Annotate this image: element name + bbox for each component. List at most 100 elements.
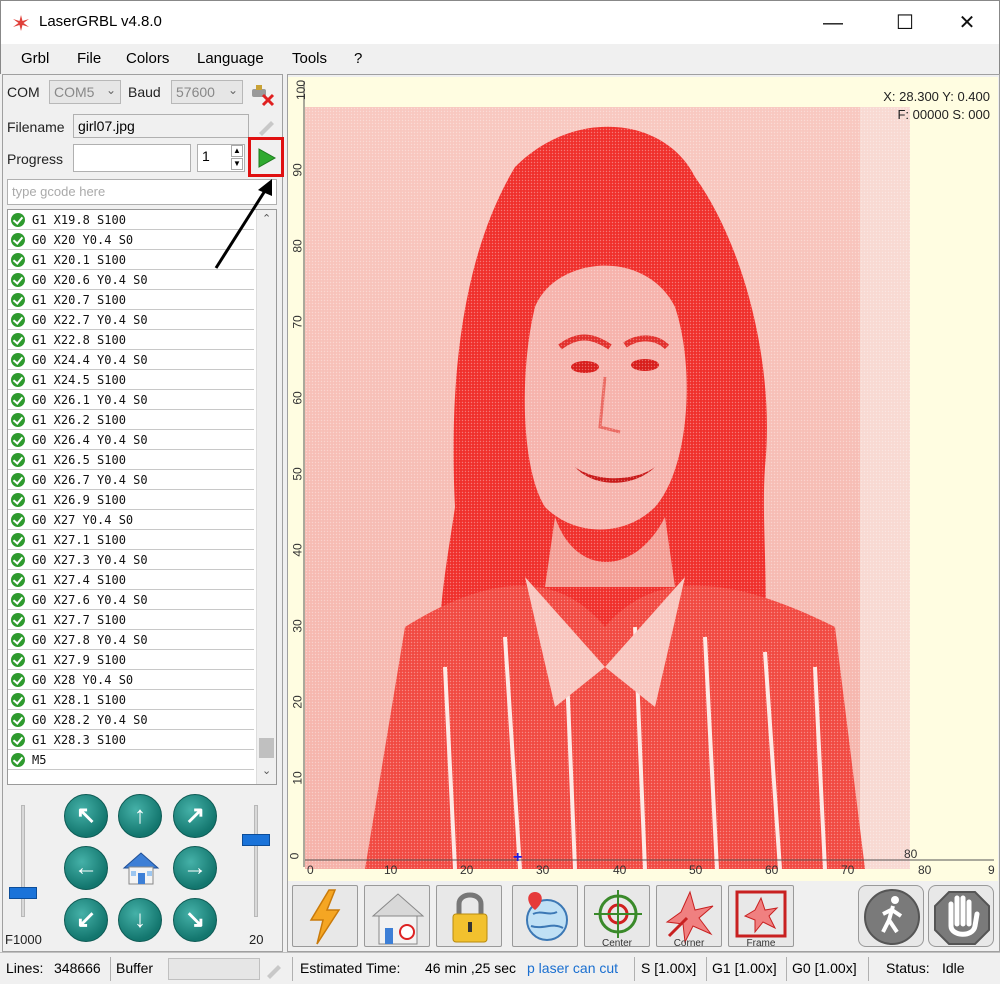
command-log-row[interactable]: M5 [8,750,254,770]
annotation-arrow-icon [214,179,272,269]
stepper-down-icon[interactable]: ▼ [231,158,243,170]
pause-walk-button[interactable] [858,885,924,947]
command-log-list[interactable]: G1 X19.8 S100 G0 X20 Y0.4 S0 G1 X20.1 S100… [7,209,277,785]
menu-language[interactable]: Language [197,50,264,67]
com-port-select[interactable]: COM5 ⌄ [49,80,121,104]
jog-up-left-button[interactable]: ↖ [64,794,108,838]
step-slider-track[interactable] [254,805,258,917]
command-log-row[interactable]: G1 X28.3 S100 [8,730,254,750]
command-log-row[interactable]: G1 X27.9 S100 [8,650,254,670]
ok-check-icon [11,293,25,307]
command-log-row[interactable]: G1 X27.4 S100 [8,570,254,590]
command-text: G1 X27.4 S100 [32,573,126,587]
y-tick-label: 90 [290,163,305,177]
command-text: G1 X19.8 S100 [32,213,126,227]
x-tick-label: 30 [536,863,550,877]
command-log-row[interactable]: G0 X24.4 Y0.4 S0 [8,350,254,370]
command-log-row[interactable]: G0 X26.1 Y0.4 S0 [8,390,254,410]
homing-button[interactable] [364,885,430,947]
command-text: G0 X20 Y0.4 S0 [32,233,134,247]
command-log-row[interactable]: G0 X27.6 Y0.4 S0 [8,590,254,610]
preview-canvas[interactable]: 100 90 80 70 60 50 40 30 20 10 0 X: 28.3… [287,77,998,881]
ok-check-icon [11,373,25,387]
center-button[interactable]: Center [584,885,650,947]
command-log-row[interactable]: G0 X28.2 Y0.4 S0 [8,710,254,730]
ok-check-icon [11,393,25,407]
command-text: G1 X20.1 S100 [32,253,126,267]
separator [706,957,707,981]
command-log-row[interactable]: G0 X22.7 Y0.4 S0 [8,310,254,330]
y-tick-label: 10 [290,771,305,785]
jog-down-right-button[interactable]: ↘ [173,898,217,942]
command-log-scrollbar[interactable]: ⌃ ⌄ [256,210,276,784]
reset-button[interactable] [292,885,358,947]
stepper-up-icon[interactable]: ▲ [231,145,243,157]
lines-value: 348666 [54,960,101,976]
g1-override[interactable]: G1 [1.00x] [712,960,777,976]
spindle-override[interactable]: S [1.00x] [641,960,696,976]
feed-slider-track[interactable] [21,805,25,917]
command-log-row[interactable]: G0 X27 Y0.4 S0 [8,510,254,530]
command-log-row[interactable]: G0 X27.3 Y0.4 S0 [8,550,254,570]
menu-help[interactable]: ? [354,50,362,67]
command-log-row[interactable]: G1 X27.7 S100 [8,610,254,630]
preview-panel: 100 90 80 70 60 50 40 30 20 10 0 X: 28.3… [287,74,1000,952]
x-ruler: 0 10 20 30 40 50 60 70 80 9 [288,859,998,879]
menu-tools[interactable]: Tools [292,50,327,67]
arrow-down-right-icon: ↘ [184,906,206,933]
maximize-button[interactable]: ☐ [885,9,925,37]
globe-goto-button[interactable] [512,885,578,947]
y-tick-label: 60 [290,391,305,405]
command-log-row[interactable]: G1 X26.9 S100 [8,490,254,510]
home-icon[interactable] [120,848,162,888]
minimize-button[interactable]: — [813,9,853,37]
feed-slider-thumb[interactable] [9,887,37,899]
separator [634,957,635,981]
jog-left-button[interactable]: ← [64,846,108,890]
g0-override[interactable]: G0 [1.00x] [792,960,857,976]
command-log-row[interactable]: G0 X26.4 Y0.4 S0 [8,430,254,450]
ok-check-icon [11,333,25,347]
command-log-row[interactable]: G1 X22.8 S100 [8,330,254,350]
x-tick-label: 60 [765,863,779,877]
globe-location-icon [526,892,568,941]
baud-rate-select[interactable]: 57600 ⌄ [171,80,243,104]
scroll-down-icon[interactable]: ⌄ [262,764,271,777]
command-log-row[interactable]: G0 X26.7 Y0.4 S0 [8,470,254,490]
separator [292,957,293,981]
separator [110,957,111,981]
frame-button[interactable]: Frame [728,885,794,947]
menu-grbl[interactable]: Grbl [21,50,49,67]
command-log-row[interactable]: G1 X28.1 S100 [8,690,254,710]
command-log-row[interactable]: G1 X27.1 S100 [8,530,254,550]
jog-right-button[interactable]: → [173,846,217,890]
menu-file[interactable]: File [77,50,101,67]
copies-stepper[interactable]: 1 ▲ ▼ [197,144,245,172]
command-log-row[interactable]: G1 X26.5 S100 [8,450,254,470]
command-text: G1 X28.1 S100 [32,693,126,707]
command-log-row[interactable]: G0 X28 Y0.4 S0 [8,670,254,690]
ok-check-icon [11,233,25,247]
command-log-row[interactable]: G0 X27.8 Y0.4 S0 [8,630,254,650]
engraving-image-preview [305,107,910,869]
command-log-row[interactable]: G1 X26.2 S100 [8,410,254,430]
menu-colors[interactable]: Colors [126,50,169,67]
corner-button[interactable]: Corner [656,885,722,947]
disconnect-icon[interactable] [249,81,275,107]
open-file-icon[interactable] [255,115,277,137]
baud-rate-value: 57600 [176,84,215,100]
step-slider-thumb[interactable] [242,834,270,846]
jog-up-right-button[interactable]: ↗ [173,794,217,838]
jog-down-button[interactable]: ↓ [118,898,162,942]
command-log-row[interactable]: G1 X20.7 S100 [8,290,254,310]
stop-button[interactable] [928,885,994,947]
close-button[interactable]: ✕ [947,9,987,37]
scroll-thumb[interactable] [259,738,274,758]
command-text: G0 X28.2 Y0.4 S0 [32,713,148,727]
filename-label: Filename [7,119,65,135]
jog-up-button[interactable]: ↑ [118,794,162,838]
command-log-row[interactable]: G1 X24.5 S100 [8,370,254,390]
unlock-button[interactable] [436,885,502,947]
edit-pencil-icon[interactable] [264,959,284,979]
jog-down-left-button[interactable]: ↙ [64,898,108,942]
